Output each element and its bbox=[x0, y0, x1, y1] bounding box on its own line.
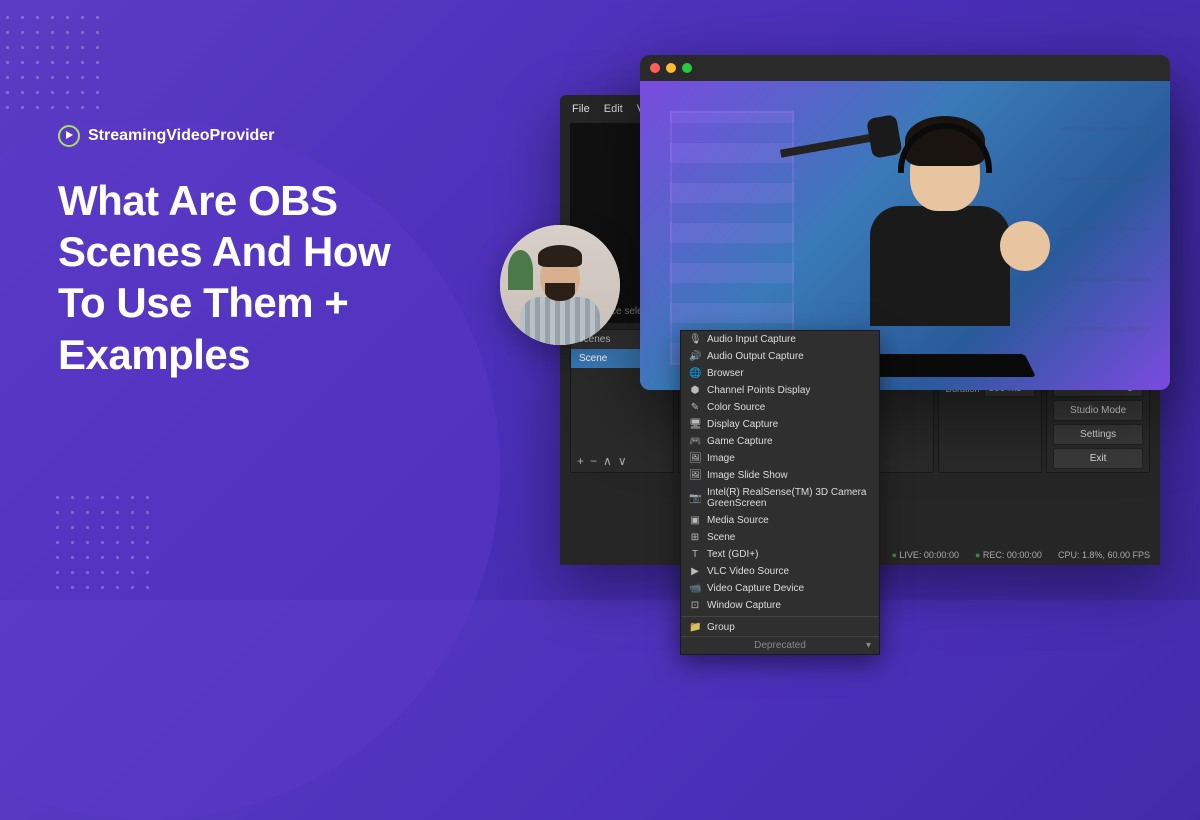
studio-mode-button[interactable]: Studio Mode bbox=[1053, 400, 1143, 421]
context-item[interactable]: 📹 Video Capture Device bbox=[681, 580, 879, 597]
context-label: Image Slide Show bbox=[707, 470, 788, 481]
context-item[interactable]: ⬢ Channel Points Display bbox=[681, 382, 879, 399]
page-title: What Are OBS Scenes And How To Use Them … bbox=[58, 175, 438, 380]
context-item-group[interactable]: 📁 Group bbox=[681, 619, 879, 636]
context-label: Audio Input Capture bbox=[707, 334, 796, 345]
maximize-icon[interactable] bbox=[682, 63, 692, 73]
decorative-dots bbox=[50, 490, 150, 590]
context-item[interactable]: 🖼 Image bbox=[681, 450, 879, 467]
context-label: Color Source bbox=[707, 402, 765, 413]
avatar bbox=[500, 225, 620, 345]
context-label: Media Source bbox=[707, 515, 769, 526]
menu-file[interactable]: File bbox=[572, 103, 590, 115]
source-icon: 🖥 bbox=[689, 419, 701, 430]
source-icon: ▣ bbox=[689, 515, 701, 526]
context-label: Video Capture Device bbox=[707, 583, 804, 594]
source-icon: 📹 bbox=[689, 583, 701, 594]
menu-edit[interactable]: Edit bbox=[604, 103, 623, 115]
context-item[interactable]: ▶ VLC Video Source bbox=[681, 563, 879, 580]
add-scene-button[interactable]: + bbox=[577, 454, 584, 468]
brand-name: StreamingVideoProvider bbox=[88, 127, 274, 145]
context-label: Channel Points Display bbox=[707, 385, 810, 396]
context-item[interactable]: 🎮 Game Capture bbox=[681, 433, 879, 450]
cpu-status: CPU: 1.8%, 60.00 FPS bbox=[1058, 550, 1150, 560]
source-icon: T bbox=[689, 549, 701, 560]
folder-icon: 📁 bbox=[689, 622, 701, 633]
context-label: Image bbox=[707, 453, 735, 464]
exit-button[interactable]: Exit bbox=[1053, 448, 1143, 469]
decorative-dots bbox=[0, 10, 100, 110]
context-item[interactable]: T Text (GDI+) bbox=[681, 546, 879, 563]
play-icon bbox=[58, 125, 80, 147]
context-item[interactable]: 🖥 Display Capture bbox=[681, 416, 879, 433]
context-label: Browser bbox=[707, 368, 744, 379]
source-icon: ⊞ bbox=[689, 532, 701, 543]
context-label: Text (GDI+) bbox=[707, 549, 758, 560]
source-icon: 🔊 bbox=[689, 351, 701, 362]
source-icon: 🎮 bbox=[689, 436, 701, 447]
context-label: Audio Output Capture bbox=[707, 351, 804, 362]
source-icon: 🎙 bbox=[689, 334, 701, 345]
live-status: LIVE: 00:00:00 bbox=[899, 550, 959, 560]
context-item[interactable]: ⊞ Scene bbox=[681, 529, 879, 546]
scene-up-button[interactable]: ∧ bbox=[603, 454, 612, 468]
brand-logo: StreamingVideoProvider bbox=[58, 125, 274, 147]
context-deprecated[interactable]: Deprecated bbox=[681, 636, 879, 654]
source-icon: ✎ bbox=[689, 402, 701, 413]
remove-scene-button[interactable]: − bbox=[590, 454, 597, 468]
context-label: Group bbox=[707, 622, 735, 633]
context-label: VLC Video Source bbox=[707, 566, 789, 577]
context-item[interactable]: ✎ Color Source bbox=[681, 399, 879, 416]
source-icon: 🌐 bbox=[689, 368, 701, 379]
source-icon: 🖼 bbox=[689, 470, 701, 481]
source-icon: 🖼 bbox=[689, 453, 701, 464]
context-item[interactable]: 🔊 Audio Output Capture bbox=[681, 348, 879, 365]
window-titlebar bbox=[640, 55, 1170, 81]
context-label: Scene bbox=[707, 532, 735, 543]
rec-status: REC: 00:00:00 bbox=[983, 550, 1042, 560]
context-label: Display Capture bbox=[707, 419, 778, 430]
context-item[interactable]: 📷 Intel(R) RealSense(TM) 3D Camera GreenS… bbox=[681, 484, 879, 512]
source-icon: 📷 bbox=[689, 493, 701, 504]
scene-down-button[interactable]: ∨ bbox=[618, 454, 627, 468]
context-item[interactable]: 🖼 Image Slide Show bbox=[681, 467, 879, 484]
context-item[interactable]: 🎙 Audio Input Capture bbox=[681, 331, 879, 348]
context-item[interactable]: ▣ Media Source bbox=[681, 512, 879, 529]
context-label: Game Capture bbox=[707, 436, 773, 447]
scenes-footer: + − ∧ ∨ bbox=[571, 450, 673, 472]
settings-button[interactable]: Settings bbox=[1053, 424, 1143, 445]
source-icon: ⊡ bbox=[689, 600, 701, 611]
source-context-menu: 🎙 Audio Input Capture 🔊 Audio Output Captur… bbox=[680, 330, 880, 655]
minimize-icon[interactable] bbox=[666, 63, 676, 73]
source-icon: ▶ bbox=[689, 566, 701, 577]
close-icon[interactable] bbox=[650, 63, 660, 73]
source-icon: ⬢ bbox=[689, 385, 701, 396]
context-label: Intel(R) RealSense(TM) 3D Camera GreenSc… bbox=[707, 487, 871, 509]
context-label: Window Capture bbox=[707, 600, 781, 611]
context-item[interactable]: 🌐 Browser bbox=[681, 365, 879, 382]
